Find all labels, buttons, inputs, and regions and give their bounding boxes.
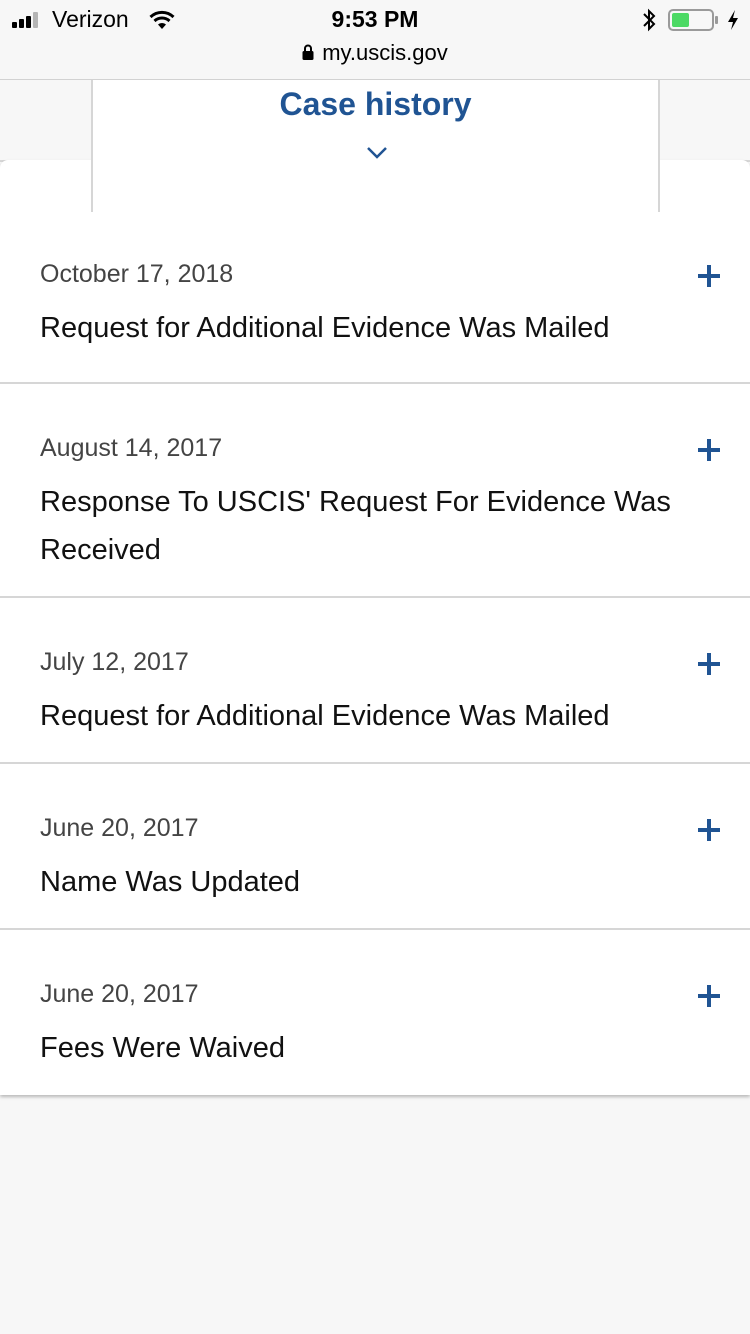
history-title: Request for Additional Evidence Was Mail… — [40, 700, 610, 732]
history-title: Request for Additional Evidence Was Mail… — [40, 312, 610, 344]
chevron-down-icon — [367, 147, 387, 159]
status-bar: Verizon 9:53 PM my.uscis.gov — [0, 0, 750, 80]
bluetooth-icon — [643, 8, 656, 32]
history-date: June 20, 2017 — [40, 980, 199, 1008]
expand-plus-icon[interactable] — [697, 264, 721, 288]
expand-plus-icon[interactable] — [697, 984, 721, 1008]
address-bar[interactable]: my.uscis.gov — [0, 40, 750, 66]
history-date: October 17, 2018 — [40, 260, 234, 288]
expand-plus-icon[interactable] — [697, 652, 721, 676]
history-item[interactable]: October 17, 2018 Request for Additional … — [0, 210, 750, 384]
lock-icon — [302, 44, 314, 61]
url-text: my.uscis.gov — [322, 40, 448, 65]
history-item[interactable]: August 14, 2017 Response To USCIS' Reque… — [0, 384, 750, 598]
history-title: Fees Were Waived — [40, 1032, 285, 1064]
battery-icon — [668, 9, 718, 31]
clock: 9:53 PM — [331, 6, 419, 32]
charging-bolt-icon — [728, 10, 738, 30]
tab-strip-left-edge — [0, 80, 92, 162]
history-date: August 14, 2017 — [40, 434, 223, 462]
history-title: Name Was Updated — [40, 866, 301, 898]
expand-plus-icon[interactable] — [697, 818, 721, 842]
tab-strip-right-edge — [658, 80, 750, 162]
tab-case-history[interactable]: Case history — [91, 80, 660, 212]
history-date: July 12, 2017 — [40, 648, 189, 676]
history-list: October 17, 2018 Request for Additional … — [0, 210, 750, 1095]
case-history-panel: October 17, 2018 Request for Additional … — [0, 160, 750, 1095]
history-item[interactable]: July 12, 2017 Request for Additional Evi… — [0, 598, 750, 764]
history-item[interactable]: June 20, 2017 Name Was Updated — [0, 764, 750, 930]
expand-plus-icon[interactable] — [697, 438, 721, 462]
history-title: Response To USCIS' Request For Evidence … — [40, 486, 671, 566]
tab-title: Case history — [279, 86, 472, 122]
history-item[interactable]: June 20, 2017 Fees Were Waived — [0, 930, 750, 1095]
history-date: June 20, 2017 — [40, 814, 199, 842]
